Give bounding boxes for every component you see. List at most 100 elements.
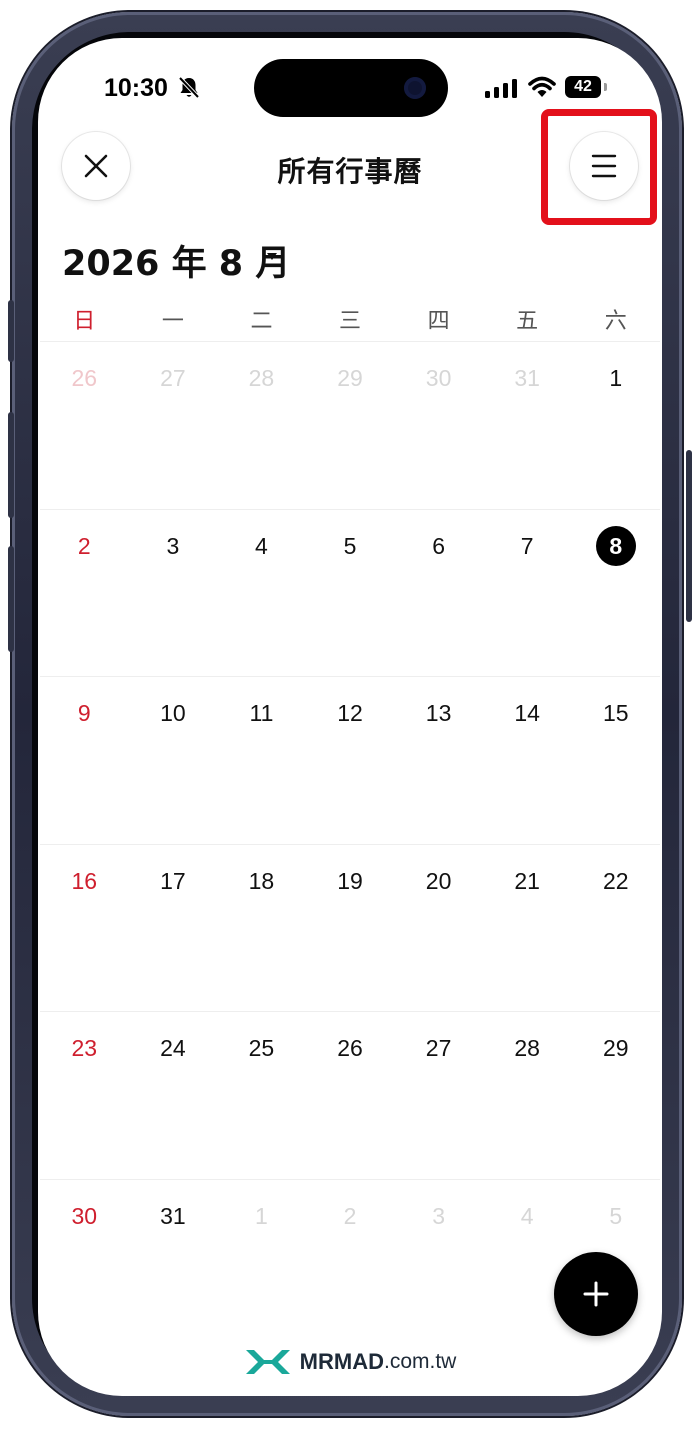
day-cell[interactable]: 21: [483, 845, 572, 1012]
day-number: 10: [160, 700, 186, 726]
day-cell[interactable]: 19: [306, 845, 395, 1012]
day-cell[interactable]: 3: [394, 1180, 483, 1347]
power-button: [686, 450, 692, 622]
day-number: 30: [425, 365, 452, 391]
weekday-label: 四: [427, 309, 450, 334]
weekday-label: 五: [516, 309, 539, 334]
day-number: 6: [432, 533, 445, 559]
weekday-label: 六: [604, 309, 627, 334]
day-cell[interactable]: 13: [394, 677, 483, 844]
day-cell[interactable]: 22: [571, 845, 660, 1012]
highlight-box: [541, 109, 657, 225]
day-cell[interactable]: 2: [306, 1180, 395, 1347]
day-cell[interactable]: 1: [217, 1180, 306, 1347]
day-number: 9: [77, 700, 91, 726]
day-cell[interactable]: 16: [40, 845, 129, 1012]
day-cell[interactable]: 10: [129, 677, 218, 844]
week-row: 26 27 28 29 30 31 1: [40, 341, 660, 509]
month-selector[interactable]: 2026 年 8 月: [62, 235, 290, 286]
day-cell[interactable]: 9: [40, 677, 129, 844]
day-cell[interactable]: 28: [217, 342, 306, 509]
day-number: 30: [71, 1203, 98, 1229]
day-cell[interactable]: 12: [306, 677, 395, 844]
battery-tip: [604, 83, 607, 91]
day-number: 4: [520, 1203, 534, 1229]
day-number: 27: [160, 365, 186, 391]
volume-down-button: [8, 546, 14, 652]
day-number: 17: [160, 868, 186, 894]
day-number: 26: [337, 1035, 363, 1061]
day-cell-today[interactable]: 8: [571, 510, 660, 677]
weekday-label: 一: [161, 309, 184, 334]
day-number: 18: [248, 868, 275, 894]
screen: 10:30 42 所有行事曆 2026 年 8 月 日 一 二 三 四 五 六 …: [38, 38, 662, 1396]
day-cell[interactable]: 20: [394, 845, 483, 1012]
day-number: 31: [160, 1203, 186, 1229]
dynamic-island: [254, 59, 448, 117]
day-cell[interactable]: 4: [217, 510, 306, 677]
battery-indicator: 42: [565, 76, 601, 98]
volume-up-button: [8, 412, 14, 518]
day-cell[interactable]: 29: [306, 342, 395, 509]
plus-icon: [583, 1281, 609, 1307]
day-cell[interactable]: 18: [217, 845, 306, 1012]
day-number: 5: [609, 1203, 623, 1229]
watermark: MRMAD .com.tw: [38, 1348, 662, 1376]
day-number: 3: [432, 1203, 445, 1229]
day-number: 28: [514, 1035, 540, 1061]
day-number: 7: [520, 533, 534, 559]
day-number: 16: [71, 868, 98, 894]
day-cell[interactable]: 25: [217, 1012, 306, 1179]
day-cell[interactable]: 15: [571, 677, 660, 844]
day-number: 4: [255, 533, 268, 559]
day-cell[interactable]: 17: [129, 845, 218, 1012]
day-cell[interactable]: 24: [129, 1012, 218, 1179]
day-number: 22: [602, 868, 629, 894]
day-number: 5: [343, 533, 357, 559]
day-number: 29: [337, 365, 363, 391]
day-number: 19: [337, 868, 363, 894]
day-number: 3: [166, 533, 180, 559]
week-row: 2 3 4 5 6 7 8: [40, 509, 660, 677]
day-cell[interactable]: 6: [394, 510, 483, 677]
day-cell[interactable]: 1: [571, 342, 660, 509]
day-cell[interactable]: 27: [394, 1012, 483, 1179]
day-number: 13: [425, 700, 452, 726]
day-cell[interactable]: 27: [129, 342, 218, 509]
bell-slash-icon: [178, 76, 200, 99]
day-number: 2: [343, 1203, 357, 1229]
day-cell[interactable]: 30: [394, 342, 483, 509]
day-number: 26: [71, 365, 98, 391]
day-number: 28: [248, 365, 275, 391]
day-number: 21: [514, 868, 540, 894]
day-cell[interactable]: 11: [217, 677, 306, 844]
week-row: 9 10 11 12 13 14 15: [40, 676, 660, 844]
day-cell[interactable]: 31: [483, 342, 572, 509]
day-number: 29: [602, 1035, 629, 1061]
action-button: [8, 300, 14, 362]
day-number: 27: [425, 1035, 452, 1061]
add-event-button[interactable]: [554, 1252, 638, 1336]
day-cell[interactable]: 14: [483, 677, 572, 844]
day-cell[interactable]: 26: [306, 1012, 395, 1179]
day-cell[interactable]: 2: [40, 510, 129, 677]
day-cell[interactable]: 31: [129, 1180, 218, 1347]
page: 10:30 42 所有行事曆 2026 年 8 月 日 一 二 三 四 五 六 …: [0, 0, 700, 1432]
caret-down-icon[interactable]: [266, 252, 278, 261]
day-number: 8: [595, 526, 636, 566]
day-cell[interactable]: 5: [306, 510, 395, 677]
day-cell[interactable]: 28: [483, 1012, 572, 1179]
day-cell[interactable]: 7: [483, 510, 572, 677]
week-row: 16 17 18 19 20 21 22: [40, 844, 660, 1012]
day-number: 15: [602, 700, 629, 726]
day-cell[interactable]: 29: [571, 1012, 660, 1179]
mrmad-logo: [245, 1350, 290, 1374]
day-number: 23: [71, 1035, 98, 1061]
day-cell[interactable]: 30: [40, 1180, 129, 1347]
day-cell[interactable]: 26: [40, 342, 129, 509]
week-row: 23 24 25 26 27 28 29: [40, 1011, 660, 1179]
day-number: 20: [425, 868, 452, 894]
weekday-header: 日 一 二 三 四 五 六: [40, 303, 660, 339]
day-cell[interactable]: 23: [40, 1012, 129, 1179]
day-cell[interactable]: 3: [129, 510, 218, 677]
